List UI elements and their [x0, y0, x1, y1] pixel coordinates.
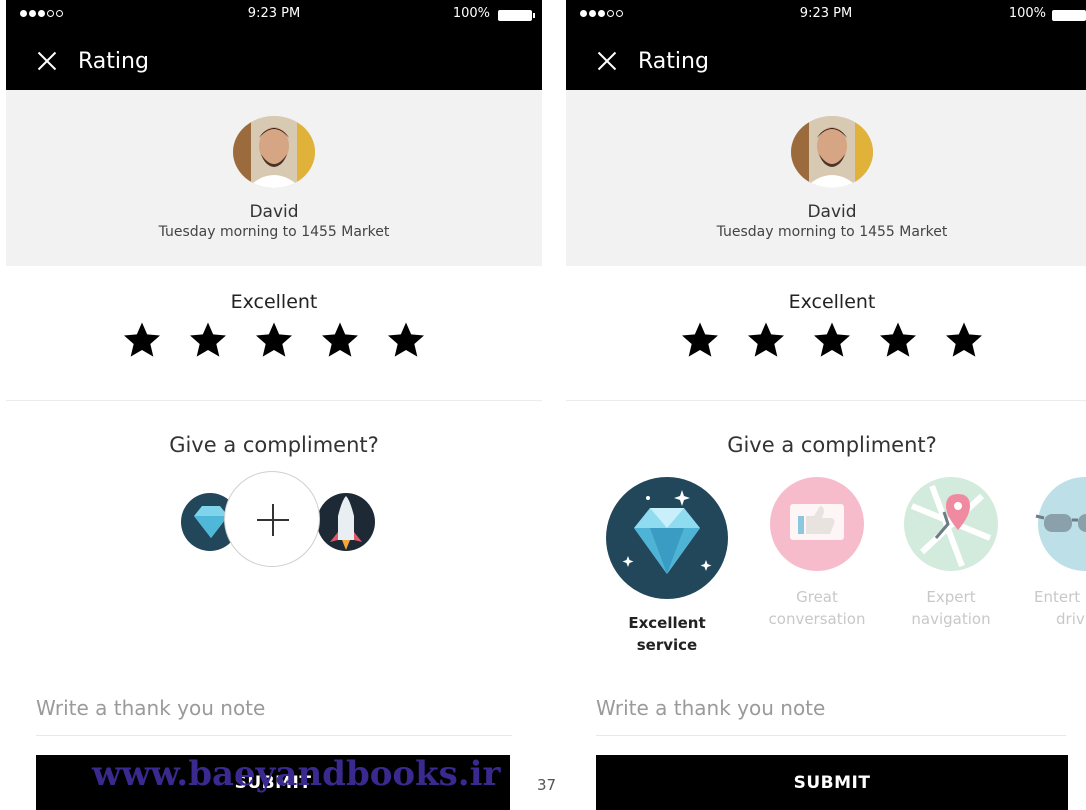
badge-label-line1: Expert: [926, 588, 976, 606]
driver-avatar: [233, 116, 315, 188]
trip-description: Tuesday morning to 1455 Market: [158, 224, 390, 240]
rating-label: Excellent: [788, 291, 876, 313]
input-underline: [36, 735, 512, 736]
badge-label-line2: service: [636, 636, 698, 654]
thumbs-up-icon: [770, 477, 864, 571]
rating-screen-left: 9:23 PM 100% Rating David Tuesday mornin…: [6, 0, 542, 810]
page-number: 37: [537, 776, 557, 794]
rating-screen-right: 9:23 PM 100% Rating David Tuesday mornin…: [566, 0, 1086, 810]
driver-panel: David Tuesday morning to 1455 Market: [566, 90, 1086, 266]
input-underline: [596, 735, 1066, 736]
star-rating: [6, 320, 542, 360]
thank-you-note-input[interactable]: [36, 692, 506, 724]
trip-description: Tuesday morning to 1455 Market: [716, 224, 948, 240]
status-bar: 9:23 PM 100%: [6, 0, 542, 32]
driver-name: David: [807, 202, 857, 222]
star-icon[interactable]: [944, 320, 984, 360]
add-compliment-button[interactable]: [224, 471, 320, 567]
star-icon[interactable]: [812, 320, 852, 360]
map-pin-icon: [904, 477, 998, 571]
badge-label-line1: Great: [796, 588, 838, 606]
divider: [566, 400, 1086, 401]
battery-percent: 100%: [452, 6, 490, 21]
driver-name: David: [249, 202, 299, 222]
compliment-great-conversation[interactable]: Great conversation: [758, 476, 876, 630]
watermark: www.baeyandbooks.ir: [92, 754, 501, 794]
divider: [6, 400, 542, 401]
star-icon[interactable]: [254, 320, 294, 360]
submit-button[interactable]: SUBMIT: [596, 755, 1068, 810]
star-icon[interactable]: [680, 320, 720, 360]
diamond-icon: [606, 477, 728, 599]
page-title: Rating: [638, 48, 709, 74]
close-icon[interactable]: [36, 50, 58, 72]
driver-panel: David Tuesday morning to 1455 Market: [6, 90, 542, 266]
battery-icon: [498, 10, 535, 21]
thank-you-note-input[interactable]: [596, 692, 1066, 724]
star-icon[interactable]: [746, 320, 786, 360]
close-icon[interactable]: [596, 50, 618, 72]
badge-label-line1: Excellent: [628, 614, 706, 632]
badge-label-line2: navigation: [911, 610, 991, 628]
badge-label-line1: Entert: [1034, 588, 1081, 606]
battery-percent: 100%: [1008, 6, 1046, 21]
compliment-title: Give a compliment?: [727, 433, 937, 457]
star-icon[interactable]: [188, 320, 228, 360]
battery-icon: [1052, 10, 1086, 21]
header-bar: Rating: [6, 32, 542, 90]
badge-label-line2: conversation: [768, 610, 866, 628]
compliment-expert-navigation[interactable]: Expert navigation: [892, 476, 1010, 630]
star-icon[interactable]: [386, 320, 426, 360]
compliment-entertaining-driving[interactable]: Entert driv: [1026, 476, 1086, 630]
star-icon[interactable]: [122, 320, 162, 360]
badge-label-line2: driv: [1056, 610, 1085, 628]
status-bar: 9:23 PM 100%: [566, 0, 1086, 32]
star-icon[interactable]: [320, 320, 360, 360]
compliment-excellent-service[interactable]: Excellent service: [598, 476, 736, 656]
sunglasses-icon: [1035, 477, 1086, 571]
header-bar: Rating: [566, 32, 1086, 90]
star-rating: [566, 320, 1086, 360]
page-title: Rating: [78, 48, 149, 74]
compliment-title: Give a compliment?: [169, 433, 379, 457]
rating-label: Excellent: [230, 291, 318, 313]
driver-avatar: [791, 116, 873, 188]
star-icon[interactable]: [878, 320, 918, 360]
